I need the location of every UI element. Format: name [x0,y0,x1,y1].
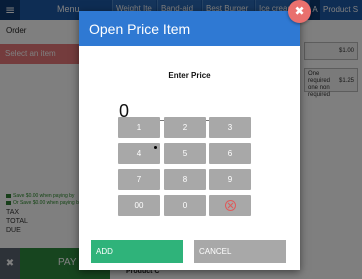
key-5[interactable]: 5 [164,143,206,164]
key-7[interactable]: 7 [118,169,160,190]
dialog-header: Open Price Item [79,11,300,46]
key-1[interactable]: 1 [118,117,160,138]
mouse-cursor [154,146,157,149]
cancel-button[interactable]: CANCEL [194,240,286,263]
key-0[interactable]: 0 [164,195,206,216]
backspace-button[interactable] [209,195,251,216]
key-8[interactable]: 8 [164,169,206,190]
dialog-title: Open Price Item [89,21,191,37]
close-icon[interactable]: ✖ [288,0,311,23]
clear-icon [224,200,236,211]
key-6[interactable]: 6 [209,143,251,164]
enter-price-label: Enter Price [168,71,211,80]
key-00[interactable]: 00 [118,195,160,216]
key-9[interactable]: 9 [209,169,251,190]
open-price-dialog: Open Price Item Enter Price 0 1 2 3 4 5 … [79,11,300,270]
key-3[interactable]: 3 [209,117,251,138]
add-button[interactable]: ADD [91,240,183,263]
key-2[interactable]: 2 [164,117,206,138]
